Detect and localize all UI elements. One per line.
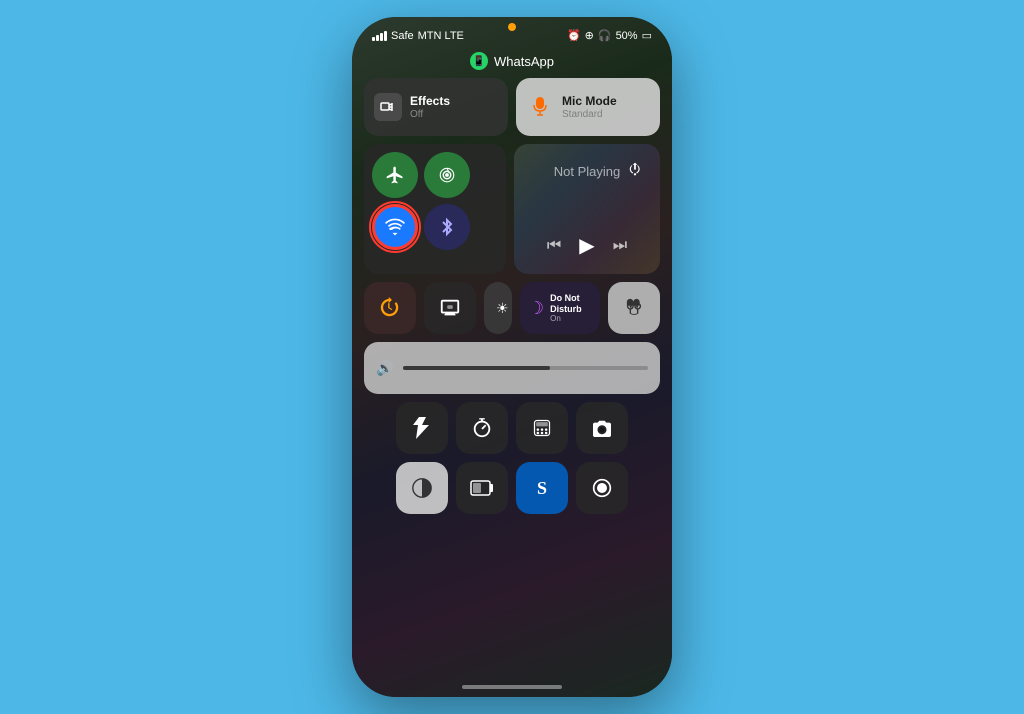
control-center: Safe MTN LTE ⏰ ⊕ 🎧 50% ▭ 📱 WhatsApp	[352, 17, 672, 697]
now-playing-tile[interactable]: Not Playing ⏮ ▶ ⏭	[514, 144, 660, 274]
playback-controls: ⏮ ▶ ⏭	[524, 233, 650, 264]
screen-mirror-tile[interactable]	[424, 282, 476, 334]
effects-text: Effects Off	[410, 94, 450, 119]
invert-colors-tile[interactable]	[396, 462, 448, 514]
utility-row: ☀ ☽ Do NotDisturb On	[364, 282, 660, 334]
connectivity-block	[364, 144, 506, 274]
mic-label: Mic Mode	[562, 94, 617, 108]
dnd-sublabel: On	[550, 314, 582, 323]
phone-container: Safe MTN LTE ⏰ ⊕ 🎧 50% ▭ 📱 WhatsApp	[352, 17, 672, 697]
shazam-tile[interactable]: S	[516, 462, 568, 514]
signal-bar-2	[376, 35, 379, 41]
app-name-label: WhatsApp	[494, 54, 554, 69]
low-power-tile[interactable]	[456, 462, 508, 514]
brightness-tile[interactable]: ☀	[484, 282, 512, 334]
top-tiles-row: Effects Off Mic Mode	[364, 78, 660, 136]
brightness-icon: ☀	[496, 300, 509, 317]
dnd-label: Do NotDisturb	[550, 293, 582, 315]
status-right: ⏰ ⊕ 🎧 50% ▭	[567, 29, 652, 42]
status-bar: Safe MTN LTE ⏰ ⊕ 🎧 50% ▭	[352, 17, 672, 48]
controls-grid: Effects Off Mic Mode	[352, 78, 672, 514]
battery-label: 50%	[616, 30, 638, 42]
mic-mode-tile[interactable]: Mic Mode Standard	[516, 78, 660, 136]
mic-text: Mic Mode Standard	[562, 94, 617, 119]
wifi-button[interactable]	[372, 204, 418, 250]
volume-slider[interactable]	[403, 366, 648, 370]
volume-fill	[403, 366, 550, 370]
mic-icon	[526, 93, 554, 121]
airplay-icon[interactable]	[626, 160, 644, 178]
signal-bar-4	[384, 31, 387, 41]
effects-sublabel: Off	[410, 109, 450, 120]
headphone-icon: 🎧	[598, 29, 612, 42]
screen-record-tile[interactable]	[576, 462, 628, 514]
mic-sublabel: Standard	[562, 109, 617, 120]
camera-tile[interactable]	[576, 402, 628, 454]
play-button[interactable]: ▶	[579, 233, 594, 258]
signal-bar-3	[380, 33, 383, 41]
top-indicator	[508, 23, 516, 31]
moon-icon: ☽	[528, 298, 544, 319]
connectivity-bottom	[372, 204, 498, 250]
airplane-button[interactable]	[372, 152, 418, 198]
rotation-lock-tile[interactable]	[364, 282, 416, 334]
timer-tile[interactable]	[456, 402, 508, 454]
cellular-button[interactable]	[424, 152, 470, 198]
connectivity-top	[372, 152, 498, 198]
volume-row: 🔊	[364, 342, 660, 394]
volume-tile[interactable]: 🔊	[364, 342, 660, 394]
status-left: Safe MTN LTE	[372, 30, 464, 42]
carrier-label: Safe	[391, 30, 414, 42]
signal-bar-1	[372, 37, 375, 41]
bottom-row-1	[364, 402, 660, 454]
whatsapp-bar: 📱 WhatsApp	[352, 48, 672, 78]
signal-bars	[372, 31, 387, 41]
bottom-row-2: S	[364, 462, 660, 514]
dnd-text: Do NotDisturb On	[550, 293, 582, 324]
home-indicator	[462, 685, 562, 689]
connectivity-row: Not Playing ⏮ ▶ ⏭	[364, 144, 660, 274]
calculator-tile[interactable]	[516, 402, 568, 454]
alarm-icon: ⏰	[567, 29, 581, 42]
volume-icon: 🔊	[376, 360, 393, 377]
do-not-disturb-tile[interactable]: ☽ Do NotDisturb On	[520, 282, 600, 334]
battery-icon: ▭	[642, 29, 652, 42]
now-playing-content: Not Playing ⏮ ▶ ⏭	[524, 154, 650, 264]
effects-label: Effects	[410, 94, 450, 108]
effects-tile[interactable]: Effects Off	[364, 78, 508, 136]
bluetooth-button[interactable]	[424, 204, 470, 250]
effects-icon	[374, 93, 402, 121]
whatsapp-icon: 📱	[470, 52, 488, 70]
fast-forward-button[interactable]: ⏭	[613, 237, 627, 255]
location-icon: ⊕	[585, 29, 594, 42]
rewind-button[interactable]: ⏮	[547, 237, 561, 255]
flashlight-tile[interactable]	[396, 402, 448, 454]
airpods-tile[interactable]	[608, 282, 660, 334]
network-label: MTN LTE	[418, 30, 464, 42]
